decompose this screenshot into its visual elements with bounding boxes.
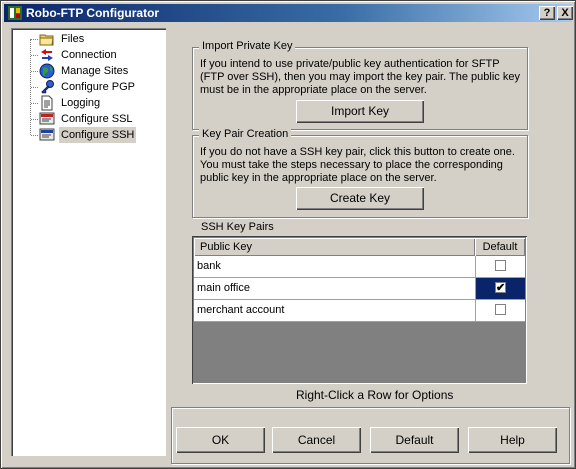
grid-hint-text: Right-Click a Row for Options bbox=[296, 388, 454, 402]
certificate-icon bbox=[39, 112, 55, 125]
tree-item-label: Connection bbox=[61, 49, 117, 61]
table-row[interactable]: main office ✔ bbox=[194, 278, 525, 300]
import-key-button[interactable]: Import Key bbox=[296, 100, 424, 123]
column-header-public-key[interactable]: Public Key bbox=[194, 238, 475, 256]
default-checkbox[interactable] bbox=[495, 260, 506, 271]
default-button-label: Default bbox=[395, 433, 434, 447]
tree-branch bbox=[31, 39, 38, 40]
terminal-icon bbox=[39, 128, 55, 141]
help-title-button[interactable]: ? bbox=[539, 6, 555, 20]
tree-item-label: Configure SSH bbox=[59, 127, 137, 143]
tree-item-label: Configure PGP bbox=[61, 81, 135, 93]
key-pair-creation-group: Key Pair Creation If you do not have a S… bbox=[192, 128, 528, 218]
cancel-button-label: Cancel bbox=[297, 433, 336, 447]
navigation-tree[interactable]: Files Connection Manage Sites Configure … bbox=[11, 28, 166, 456]
window-title: Robo-FTP Configurator bbox=[26, 6, 160, 20]
tree-branch bbox=[31, 87, 38, 88]
tree-branch bbox=[31, 71, 38, 72]
tree-item-label: Configure SSL bbox=[61, 113, 133, 125]
tree-item-label: Files bbox=[61, 33, 85, 45]
public-key-cell: merchant account bbox=[197, 304, 285, 316]
grid-header: Public Key Default bbox=[194, 238, 525, 256]
public-key-cell: bank bbox=[197, 260, 221, 272]
column-header-label: Public Key bbox=[200, 241, 252, 253]
ssh-key-pairs-grid[interactable]: Public Key Default bank main office ✔ me… bbox=[192, 236, 527, 384]
document-icon bbox=[41, 95, 53, 111]
table-row[interactable]: bank bbox=[194, 256, 525, 278]
tree-item-label: Manage Sites bbox=[61, 65, 129, 77]
globe-icon bbox=[39, 63, 55, 79]
help-button-label: Help bbox=[500, 433, 525, 447]
key-pair-creation-group-title: Key Pair Creation bbox=[199, 128, 292, 140]
create-key-button-label: Create Key bbox=[329, 191, 391, 205]
tree-branch bbox=[31, 103, 38, 104]
import-key-group: Import Private Key If you intend to use … bbox=[192, 40, 528, 130]
column-header-default[interactable]: Default bbox=[475, 238, 525, 256]
default-cell bbox=[476, 300, 525, 321]
column-header-label: Default bbox=[482, 241, 518, 253]
import-key-group-title: Import Private Key bbox=[199, 40, 296, 52]
public-key-cell: main office bbox=[197, 282, 250, 294]
connection-icon bbox=[41, 49, 53, 61]
key-pair-creation-description: If you do not have a SSH key pair, click… bbox=[200, 146, 515, 184]
default-cell: ✔ bbox=[476, 278, 525, 299]
title-bar[interactable]: Robo-FTP Configurator ? X bbox=[4, 4, 573, 22]
import-key-button-label: Import Key bbox=[330, 104, 390, 118]
import-key-description: If you intend to use private/public key … bbox=[200, 58, 520, 96]
tree-branch bbox=[31, 135, 38, 136]
default-checkbox[interactable]: ✔ bbox=[495, 282, 506, 294]
table-row[interactable]: merchant account bbox=[194, 300, 525, 322]
default-button[interactable]: Default bbox=[370, 427, 459, 453]
cancel-button[interactable]: Cancel bbox=[272, 427, 361, 453]
app-icon bbox=[8, 6, 22, 20]
close-button[interactable]: X bbox=[557, 6, 573, 20]
default-checkbox[interactable] bbox=[495, 304, 506, 315]
ok-button[interactable]: OK bbox=[176, 427, 265, 453]
tree-branch bbox=[31, 119, 38, 120]
tree-item-label: Logging bbox=[61, 97, 101, 109]
key-icon bbox=[41, 80, 54, 94]
default-cell bbox=[476, 256, 525, 277]
ok-button-label: OK bbox=[211, 433, 230, 447]
create-key-button[interactable]: Create Key bbox=[296, 187, 424, 210]
help-button[interactable]: Help bbox=[468, 427, 557, 453]
tree-branch bbox=[31, 55, 38, 56]
ssh-key-pairs-label: SSH Key Pairs bbox=[201, 221, 274, 233]
folder-icon bbox=[39, 34, 54, 46]
